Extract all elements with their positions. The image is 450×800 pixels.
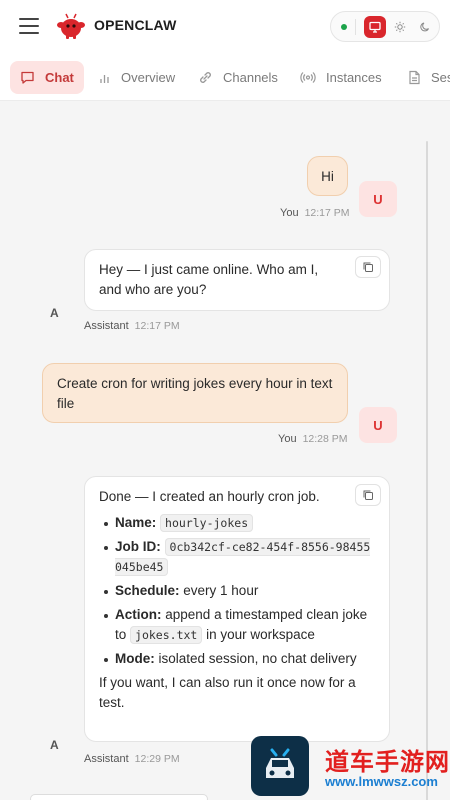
list-item: Schedule: every 1 hour xyxy=(99,581,375,601)
list-item: Mode: isolated session, no chat delivery xyxy=(99,649,375,669)
list-item: Name: hourly-jokes xyxy=(99,513,375,533)
timestamp: 12:17 PM xyxy=(134,320,180,332)
monitor-icon xyxy=(369,21,381,33)
copy-button[interactable] xyxy=(355,484,381,506)
copy-icon xyxy=(363,490,373,500)
watermark-title: 道车手游网 xyxy=(325,749,450,776)
message-text: Create cron for writing jokes every hour… xyxy=(57,376,333,411)
detail-label: Schedule: xyxy=(115,583,180,598)
copy-icon xyxy=(363,262,373,272)
hamburger-menu-icon[interactable] xyxy=(19,18,39,34)
message-intro: Done — I created an hourly cron job. xyxy=(99,489,320,504)
tab-label: Overview xyxy=(121,70,176,85)
detail-label: Mode: xyxy=(115,651,155,666)
document-icon xyxy=(409,70,420,85)
assistant-avatar: A xyxy=(50,306,59,320)
file-name-code: jokes.txt xyxy=(130,626,203,644)
tab-chat[interactable]: Chat xyxy=(10,61,84,94)
user-avatar: U xyxy=(359,407,397,443)
tab-instances[interactable]: Instances xyxy=(300,61,382,94)
brand-name: OPENCLAW xyxy=(94,17,177,33)
sender-name: Assistant xyxy=(84,753,129,765)
copy-button[interactable] xyxy=(355,256,381,278)
theme-system-button[interactable] xyxy=(364,16,386,38)
detail-value: in your workspace xyxy=(206,627,315,642)
timestamp: 12:17 PM xyxy=(304,207,350,219)
divider xyxy=(355,19,356,35)
timestamp: 12:29 PM xyxy=(134,753,180,765)
site-watermark: 道车手游网 www.lmwwsz.com xyxy=(251,736,450,800)
user-message-bubble: Create cron for writing jokes every hour… xyxy=(42,363,348,423)
message-meta: Assistant 12:17 PM xyxy=(84,320,180,332)
detail-value: every 1 hour xyxy=(183,583,259,598)
partial-input-box[interactable] xyxy=(30,794,208,800)
message-text: Hey — I just came online. Who am I, and … xyxy=(99,262,319,297)
tab-overview[interactable]: Overview xyxy=(98,61,175,94)
list-item: Job ID: 0cb342cf-ce82-454f-8556-98455045… xyxy=(99,537,375,577)
watermark-url: www.lmwwsz.com xyxy=(325,774,438,789)
user-message-bubble: Hi xyxy=(307,156,348,196)
timestamp: 12:28 PM xyxy=(302,433,348,445)
detail-label: Action: xyxy=(115,607,162,622)
car-logo-icon xyxy=(251,736,309,796)
assistant-message-bubble: Hey — I just came online. Who am I, and … xyxy=(84,249,390,311)
assistant-message-bubble: Done — I created an hourly cron job. Nam… xyxy=(84,476,390,742)
message-meta: Assistant 12:29 PM xyxy=(84,753,180,765)
tab-bar: Chat Overview Channels Instances Ses xyxy=(0,54,450,101)
tab-label: Ses xyxy=(431,70,450,85)
chat-thread[interactable]: Hi U You 12:17 PM Hey — I just came onlin… xyxy=(0,101,450,800)
sender-name: Assistant xyxy=(84,320,129,332)
job-name-code: hourly-jokes xyxy=(160,514,254,532)
scrollbar[interactable] xyxy=(426,141,428,800)
message-outro: If you want, I can also run it once now … xyxy=(99,675,356,710)
tab-label: Channels xyxy=(223,70,278,85)
job-details-list: Name: hourly-jokes Job ID: 0cb342cf-ce82… xyxy=(99,513,375,669)
message-meta: You 12:17 PM xyxy=(280,207,350,219)
message-text: Hi xyxy=(321,169,334,184)
bar-chart-icon xyxy=(100,75,109,83)
list-item: Action: append a timestamped clean joke … xyxy=(99,605,375,645)
sender-name: You xyxy=(278,433,297,445)
theme-light-button[interactable] xyxy=(389,16,411,38)
user-avatar: U xyxy=(359,181,397,217)
moon-icon xyxy=(420,22,429,32)
assistant-avatar: A xyxy=(50,738,59,752)
detail-label: Job ID: xyxy=(115,539,161,554)
tab-channels[interactable]: Channels xyxy=(198,61,278,94)
top-bar: OPENCLAW xyxy=(0,0,450,54)
connection-status-dot xyxy=(341,24,347,30)
tab-label: Instances xyxy=(326,70,382,85)
theme-switcher xyxy=(330,11,440,42)
openclaw-logo xyxy=(57,13,85,39)
tab-label: Chat xyxy=(45,70,74,85)
chat-icon xyxy=(21,71,34,84)
link-icon xyxy=(200,72,211,83)
broadcast-icon xyxy=(300,72,316,83)
message-meta: You 12:28 PM xyxy=(278,433,348,445)
sun-icon xyxy=(394,21,406,33)
tab-sessions[interactable]: Ses xyxy=(408,61,450,94)
sender-name: You xyxy=(280,207,299,219)
detail-label: Name: xyxy=(115,515,157,530)
detail-value: isolated session, no chat delivery xyxy=(158,651,357,666)
theme-dark-button[interactable] xyxy=(414,16,436,38)
